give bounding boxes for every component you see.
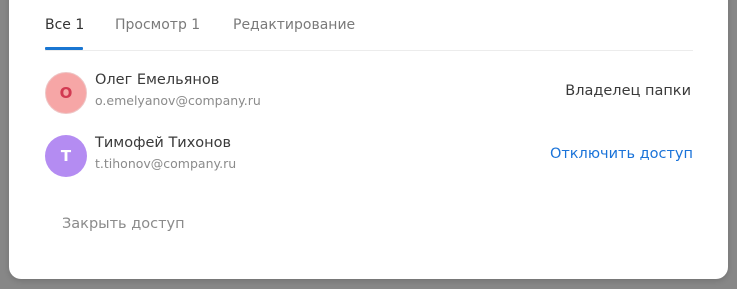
tab-all[interactable]: Все 1 <box>45 17 84 33</box>
user-email: t.tihonov@company.ru <box>95 156 237 171</box>
user-name: Олег Емельянов <box>95 72 220 88</box>
tab-view[interactable]: Просмотр 1 <box>115 17 200 33</box>
tab-bar: Все 1 Просмотр 1 Редактирование <box>45 0 693 51</box>
owner-role-label: Владелец папки <box>565 83 691 99</box>
user-email: o.emelyanov@company.ru <box>95 93 261 108</box>
tab-edit[interactable]: Редактирование <box>233 17 355 33</box>
active-tab-indicator <box>45 47 83 50</box>
avatar: T <box>45 135 87 177</box>
revoke-access-link[interactable]: Отключить доступ <box>550 146 693 162</box>
user-name: Тимофей Тихонов <box>95 135 232 151</box>
sharing-dialog: Все 1 Просмотр 1 Редактирование O Олег Е… <box>9 0 728 279</box>
user-row-owner: O Олег Емельянов o.emelyanov@company.ru … <box>45 72 693 116</box>
close-access-button[interactable]: Закрыть доступ <box>62 216 185 232</box>
avatar: O <box>45 72 87 114</box>
user-row-viewer: T Тимофей Тихонов t.tihonov@company.ru О… <box>45 135 693 179</box>
